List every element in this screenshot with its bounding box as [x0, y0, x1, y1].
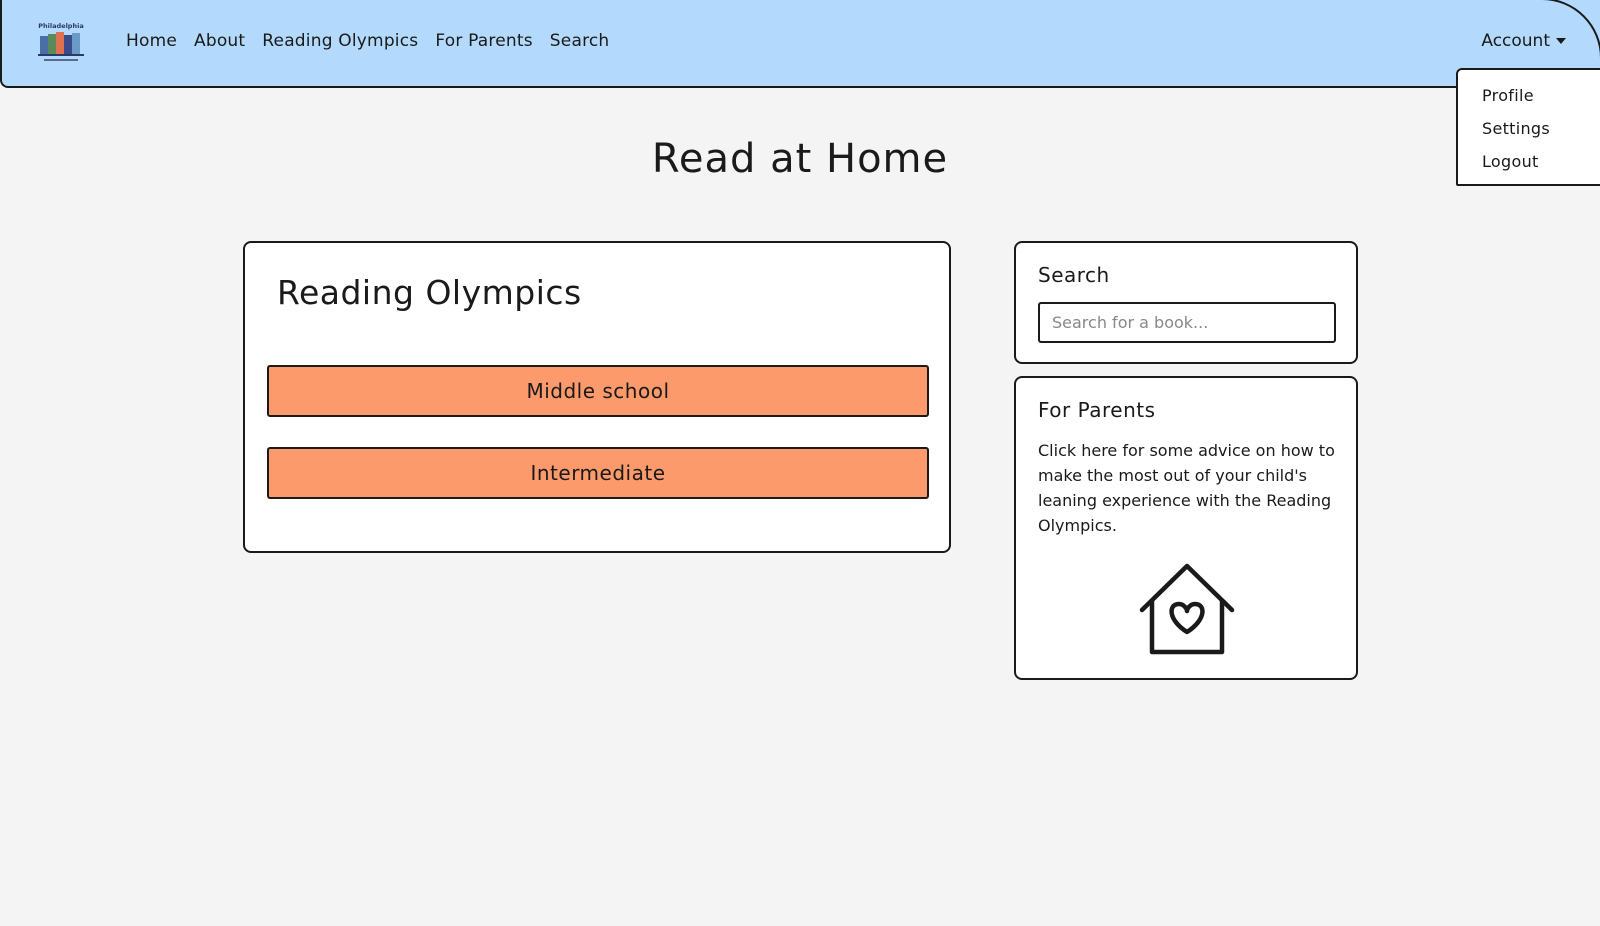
- main-nav: Home About Reading Olympics For Parents …: [126, 31, 609, 51]
- house-heart-icon: [1139, 563, 1235, 655]
- middle-school-button[interactable]: Middle school: [267, 365, 929, 417]
- reading-olympics-card: Reading Olympics Middle school Intermedi…: [243, 241, 951, 553]
- for-parents-text[interactable]: Click here for some advice on how to mak…: [1038, 438, 1338, 538]
- for-parents-card[interactable]: For Parents Click here for some advice o…: [1014, 376, 1358, 680]
- nav-home[interactable]: Home: [126, 31, 177, 51]
- reading-olympics-title: Reading Olympics: [277, 273, 582, 312]
- search-input[interactable]: [1038, 302, 1336, 343]
- navbar: Philadelphia Home About Reading Olympics…: [0, 0, 1600, 88]
- menu-item-profile[interactable]: Profile: [1458, 82, 1600, 115]
- nav-for-parents[interactable]: For Parents: [435, 31, 532, 51]
- search-card-title: Search: [1038, 263, 1110, 287]
- caret-down-icon: [1556, 38, 1566, 44]
- logo[interactable]: Philadelphia: [36, 20, 86, 66]
- nav-search[interactable]: Search: [550, 31, 610, 51]
- search-card: Search: [1014, 241, 1358, 364]
- nav-about[interactable]: About: [194, 31, 245, 51]
- intermediate-button[interactable]: Intermediate: [267, 447, 929, 499]
- logo-text: Philadelphia: [38, 22, 83, 30]
- nav-reading-olympics[interactable]: Reading Olympics: [262, 31, 418, 51]
- account-menu-toggle[interactable]: Account: [1481, 31, 1566, 51]
- for-parents-title: For Parents: [1038, 398, 1156, 422]
- page-title: Read at Home: [651, 136, 949, 182]
- account-label: Account: [1481, 31, 1550, 51]
